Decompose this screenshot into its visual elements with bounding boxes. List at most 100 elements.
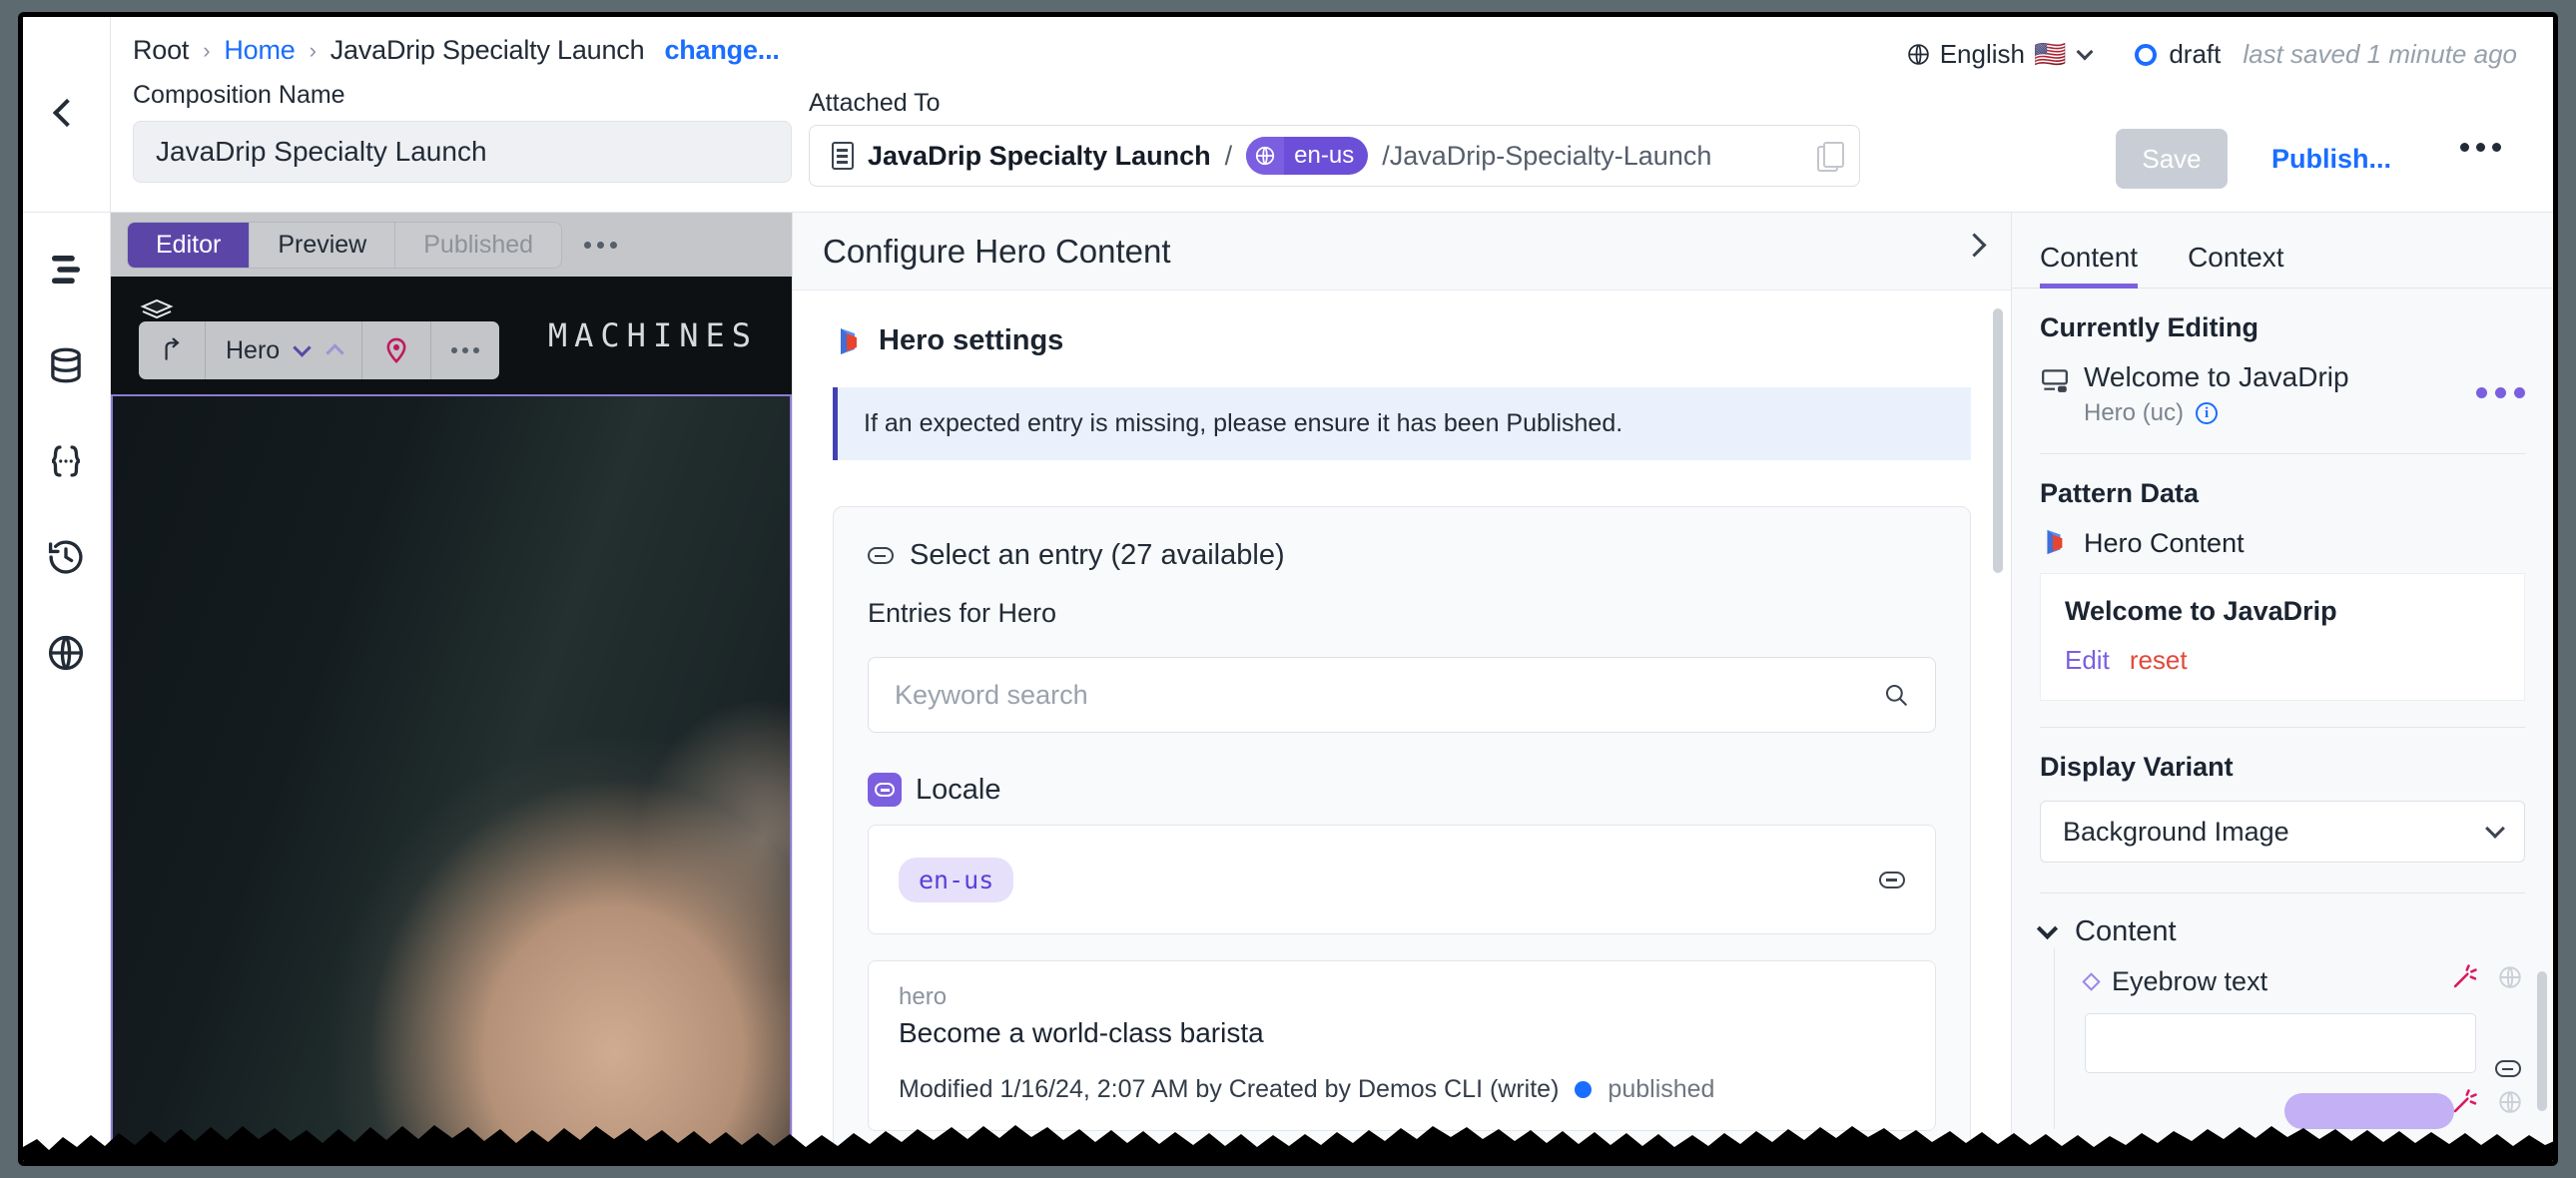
attached-locale-pill[interactable]: en-us	[1246, 137, 1369, 175]
breadcrumb-item-home[interactable]: Home	[224, 35, 295, 66]
reset-link[interactable]: reset	[2130, 645, 2188, 676]
last-saved-label: last saved 1 minute ago	[2243, 39, 2517, 69]
tab-editor[interactable]: Editor	[128, 222, 251, 268]
display-variant-value: Background Image	[2063, 816, 2289, 847]
back-button[interactable]	[23, 17, 111, 213]
magic-wand-icon[interactable]	[2451, 1087, 2479, 1115]
stack-handle-icon[interactable]	[139, 296, 175, 322]
editor-tabgroup: Editor Preview Published	[127, 221, 563, 269]
torn-paper-edge	[23, 1125, 2553, 1161]
search-input[interactable]: Keyword search	[868, 657, 1936, 733]
more-options-button[interactable]	[2460, 143, 2501, 152]
chevron-down-icon[interactable]	[293, 338, 312, 357]
locale-section-header: Locale	[868, 773, 1936, 807]
status-badge: draft last saved 1 minute ago	[2135, 39, 2517, 70]
move-up-button[interactable]	[139, 321, 206, 379]
history-icon[interactable]	[45, 536, 89, 580]
published-status-icon	[1575, 1081, 1593, 1098]
globe-icon	[1246, 137, 1285, 175]
globe-icon[interactable]	[2497, 964, 2523, 990]
currently-editing-label: Currently Editing	[2040, 312, 2259, 342]
locale-chip[interactable]: en-us	[899, 857, 1014, 902]
globe-icon[interactable]	[2497, 1089, 2523, 1115]
breadcrumb-item-root[interactable]: Root	[133, 35, 189, 66]
change-link[interactable]: change...	[664, 35, 779, 66]
attached-to-field[interactable]: JavaDrip Specialty Launch / en-us /JavaD…	[809, 125, 1860, 187]
component-icon	[2040, 368, 2070, 394]
tab-preview[interactable]: Preview	[250, 222, 396, 268]
hero-block-label[interactable]: Hero	[206, 321, 363, 379]
display-variant-label: Display Variant	[2040, 752, 2234, 782]
site-logo: MACHINES	[547, 316, 758, 354]
publish-button[interactable]: Publish...	[2271, 129, 2391, 189]
search-placeholder: Keyword search	[895, 679, 1088, 710]
pattern-data-actions: Edit reset	[2065, 645, 2500, 676]
eyebrow-field-header: Eyebrow text	[2082, 964, 2525, 1077]
target-button[interactable]	[362, 321, 432, 379]
breadcrumb-separator-icon: ›	[309, 37, 317, 63]
language-selector[interactable]: English 🇺🇸	[1906, 39, 2094, 70]
hero-pattern-icon	[833, 325, 863, 357]
top-bar: Root › Home › JavaDrip Specialty Launch …	[23, 17, 2553, 213]
path-separator: /	[1224, 140, 1233, 171]
hero-background-image	[111, 394, 792, 1161]
select-entry-header[interactable]: Select an entry (27 available)	[868, 539, 1936, 572]
configure-panel: Configure Hero Content Hero settings If …	[792, 213, 2012, 1161]
pattern-data-label: Pattern Data	[2040, 478, 2200, 508]
entry-meta: Modified 1/16/24, 2:07 AM by Created by …	[899, 1075, 1905, 1104]
layers-icon[interactable]	[45, 249, 89, 293]
link-icon	[868, 547, 894, 564]
info-banner: If an expected entry is missing, please …	[833, 387, 1971, 460]
chevron-left-icon	[52, 98, 81, 128]
entry-result-row[interactable]: hero Become a world-class barista Modifi…	[868, 960, 1936, 1131]
info-icon[interactable]: i	[2196, 402, 2219, 424]
eyebrow-text-input[interactable]	[2085, 1013, 2476, 1073]
pattern-data-section: Pattern Data Hero Content Welcome to Jav…	[2012, 454, 2553, 728]
content-fields: Eyebrow text	[2054, 948, 2525, 1129]
globe-icon[interactable]	[45, 632, 89, 676]
search-icon[interactable]	[1883, 682, 1909, 708]
eyebrow-label: Eyebrow text	[2112, 966, 2268, 996]
hero-more-button[interactable]	[431, 321, 499, 379]
properties-tabbar: Content Context	[2012, 213, 2553, 289]
tab-published[interactable]: Published	[395, 223, 561, 268]
globe-icon	[1906, 42, 1931, 67]
code-braces-icon[interactable]	[45, 440, 89, 484]
edit-link[interactable]: Edit	[2065, 645, 2110, 676]
draft-status-icon	[2135, 43, 2158, 66]
tab-context[interactable]: Context	[2188, 242, 2308, 288]
currently-editing-section: Currently Editing Welcome to JavaDrip He…	[2012, 289, 2553, 454]
tab-content[interactable]: Content	[2040, 242, 2162, 289]
editor-preview-pane: Editor Preview Published MACHINES Hero	[111, 213, 792, 1161]
content-accordion-header[interactable]: Content	[2036, 893, 2525, 948]
entry-modified-text: Modified 1/16/24, 2:07 AM by Created by …	[899, 1075, 1560, 1103]
locale-label: Locale	[916, 773, 1001, 806]
properties-scrollbar[interactable]	[2537, 971, 2547, 1111]
status-label: draft	[2169, 39, 2222, 69]
locale-filter-card[interactable]: en-us	[868, 825, 1936, 934]
save-button[interactable]: Save	[2116, 129, 2228, 189]
select-entry-label: Select an entry (27 available)	[910, 539, 1285, 571]
copy-icon[interactable]	[1817, 142, 1844, 172]
attached-title: JavaDrip Specialty Launch	[868, 140, 1211, 171]
composition-name-input[interactable]: JavaDrip Specialty Launch	[133, 121, 792, 183]
editor-more-button[interactable]	[584, 241, 618, 249]
breadcrumb-item-current: JavaDrip Specialty Launch	[329, 35, 645, 65]
center-scrollbar[interactable]	[1993, 308, 2003, 573]
entry-selector-card: Select an entry (27 available) Entries f…	[833, 506, 1971, 1161]
top-right-status: English 🇺🇸 draft last saved 1 minute ago	[1906, 39, 2517, 70]
display-variant-select[interactable]: Background Image	[2040, 801, 2525, 863]
hero-pattern-icon	[2040, 527, 2070, 559]
chevron-up-icon[interactable]	[325, 343, 344, 362]
configure-panel-header: Configure Hero Content	[793, 213, 2011, 291]
magic-wand-icon[interactable]	[2451, 962, 2479, 990]
page-title: Configure Hero Content	[823, 232, 1171, 270]
currently-editing-more-button[interactable]	[2476, 387, 2525, 398]
currently-editing-name: Welcome to JavaDrip	[2084, 361, 2349, 392]
chevron-down-icon	[2036, 917, 2059, 940]
chevron-down-icon	[2076, 43, 2094, 61]
properties-panel: Content Context Currently Editing Welcom…	[2012, 213, 2553, 1161]
database-icon[interactable]	[45, 344, 89, 388]
link-icon[interactable]	[1879, 871, 1905, 888]
collapse-panel-button[interactable]	[1962, 233, 1987, 258]
